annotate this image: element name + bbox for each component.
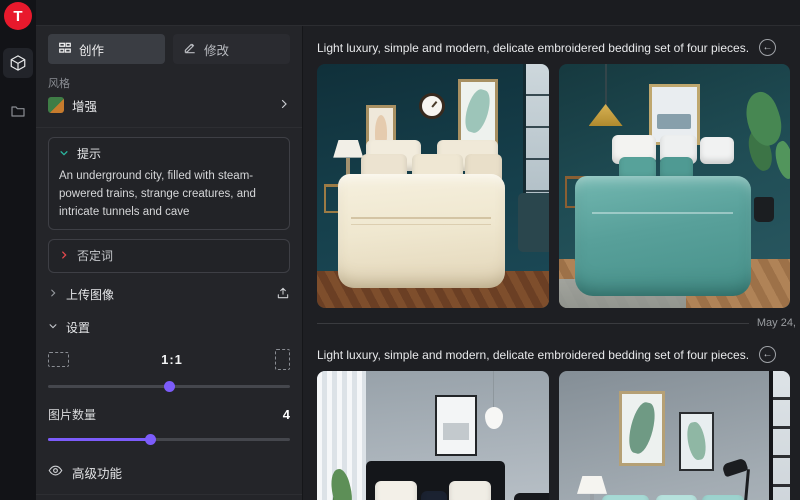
chevron-down-icon [59, 147, 69, 161]
pillow [700, 137, 735, 164]
pillow [375, 481, 417, 500]
plant-on-stool [326, 469, 361, 500]
plant-pot [754, 197, 774, 222]
wall-clock [419, 93, 445, 119]
tab-create-label: 创作 [79, 40, 104, 59]
eye-icon [48, 463, 63, 481]
slider-thumb[interactable] [145, 434, 156, 445]
rail-item-models[interactable] [3, 48, 33, 78]
wall-art [435, 395, 477, 456]
generation-prompt: Light luxury, simple and modern, delicat… [317, 348, 749, 362]
confirm-area: ☾ 确定 [36, 494, 302, 500]
content-row: 创作 修改 风格 [36, 26, 800, 500]
top-bar [36, 0, 800, 26]
upload-label: 上传图像 [66, 286, 114, 303]
app-window: T [0, 0, 800, 500]
pillow [656, 495, 698, 500]
armchair [514, 493, 549, 500]
image-row [317, 64, 790, 308]
pillow [421, 491, 446, 500]
wall-art [458, 79, 497, 145]
slider-thumb[interactable] [164, 381, 175, 392]
pillow [449, 481, 491, 500]
reuse-prompt-icon[interactable]: ← [759, 39, 776, 56]
pendant-lamp [484, 371, 504, 431]
generated-image-4[interactable] [559, 371, 791, 500]
pillow [602, 495, 648, 500]
duvet [575, 176, 751, 296]
prompt-input[interactable]: An underground city, filled with steam-p… [59, 168, 279, 221]
right-column: 创作 修改 风格 [36, 0, 800, 500]
negative-header[interactable]: 否定词 [59, 247, 279, 264]
settings-row[interactable]: 设置 [48, 315, 290, 339]
image-count-row: 图片数量 4 [48, 406, 290, 423]
advanced-features-label: 高级功能 [72, 463, 122, 482]
chevron-right-icon [278, 98, 290, 113]
style-selector[interactable]: 增强 [48, 91, 290, 119]
tab-modify-label: 修改 [204, 40, 229, 59]
floor-lamp [723, 461, 769, 500]
style-section-label: 风格 [48, 75, 290, 91]
prompt-box: 提示 An underground city, filled with stea… [48, 137, 290, 230]
divider-line [317, 323, 749, 324]
generated-image-3[interactable] [317, 371, 549, 500]
pillow [702, 495, 744, 500]
generation-group-header: Light luxury, simple and modern, delicat… [317, 39, 790, 56]
advanced-features-row[interactable]: 高级功能 [48, 461, 290, 483]
style-value: 增强 [72, 96, 97, 115]
upload-row[interactable]: 上传图像 [48, 282, 290, 306]
negative-label: 否定词 [77, 247, 113, 264]
wall-art [619, 391, 665, 467]
rail-item-files[interactable] [3, 96, 33, 126]
panel-body: 创作 修改 风格 [36, 26, 302, 483]
generation-prompt: Light luxury, simple and modern, delicat… [317, 41, 749, 55]
chevron-down-icon [48, 320, 58, 334]
grid-icon [58, 41, 72, 58]
reuse-prompt-icon[interactable]: ← [759, 346, 776, 363]
aspect-ratio-row: 1:1 [48, 349, 290, 370]
divider [36, 127, 302, 128]
image-count-label: 图片数量 [48, 406, 96, 423]
left-rail: T [0, 0, 36, 500]
edit-icon [183, 41, 197, 58]
tab-modify[interactable]: 修改 [173, 34, 290, 64]
negative-box: 否定词 [48, 239, 290, 273]
chevron-right-icon [48, 287, 58, 301]
generated-image-2[interactable] [559, 64, 791, 308]
cube-icon [9, 54, 27, 72]
image-row [317, 371, 790, 500]
gallery: Light luxury, simple and modern, delicat… [302, 26, 800, 500]
mode-tabs: 创作 修改 [48, 34, 290, 64]
prompt-header[interactable]: 提示 [59, 145, 279, 162]
slider-fill [48, 438, 150, 441]
aspect-ratio-slider[interactable] [48, 380, 290, 392]
generation-group-header: Light luxury, simple and modern, delicat… [317, 346, 790, 363]
app-logo[interactable]: T [4, 2, 32, 30]
image-count-slider[interactable] [48, 433, 290, 445]
folder-icon [10, 103, 26, 119]
pendant-lamp [589, 64, 623, 128]
date-divider: May 24, [317, 313, 796, 333]
window [769, 371, 790, 500]
date-label: May 24, [749, 317, 796, 329]
duvet [338, 174, 505, 289]
settings-label: 设置 [66, 319, 90, 336]
generation-panel: 创作 修改 风格 [36, 26, 302, 500]
chevron-right-icon [59, 249, 69, 263]
landscape-frame-icon[interactable] [48, 352, 69, 367]
style-thumbnail [48, 97, 64, 113]
armchair [518, 193, 548, 252]
portrait-frame-icon[interactable] [275, 349, 290, 370]
generated-image-1[interactable] [317, 64, 549, 308]
image-count-value: 4 [283, 407, 290, 422]
upload-icon[interactable] [276, 286, 290, 303]
wall-art [679, 412, 714, 471]
tab-create[interactable]: 创作 [48, 34, 165, 64]
prompt-label: 提示 [77, 145, 101, 162]
aspect-ratio-value: 1:1 [69, 352, 275, 367]
